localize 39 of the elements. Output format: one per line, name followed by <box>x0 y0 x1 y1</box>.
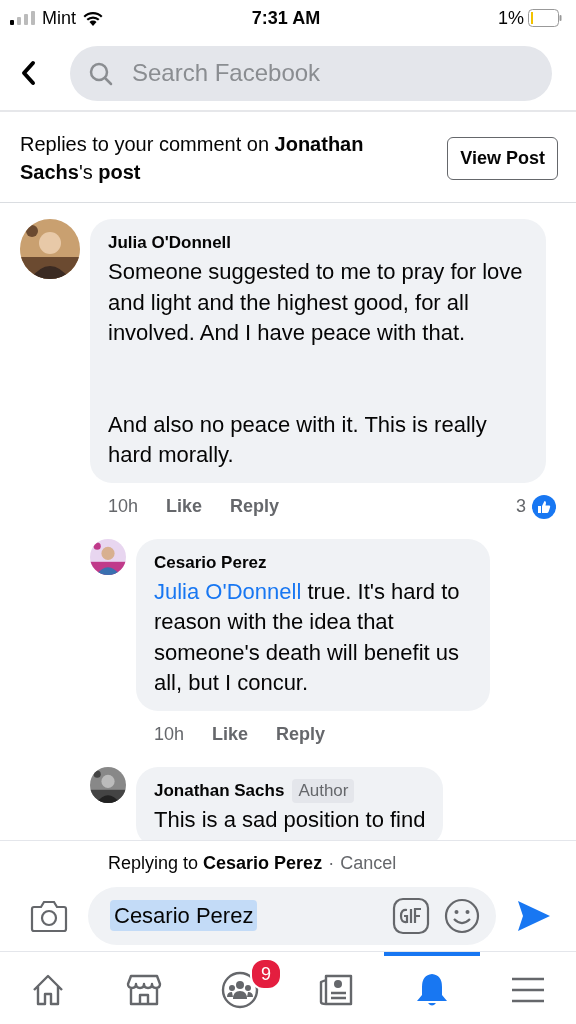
battery-percent: 1% <box>498 7 524 29</box>
signal-icon <box>10 11 36 25</box>
back-icon[interactable] <box>20 60 36 86</box>
emoji-icon[interactable] <box>444 898 480 934</box>
author-badge: Author <box>292 778 355 803</box>
search-icon <box>88 60 114 87</box>
wifi-icon <box>82 10 104 26</box>
comment-text: Julia O'Donnell true. It's hard to reason with the idea that someone's death will benefit us all, but I concur. <box>154 577 461 697</box>
replying-to-text: Replying to Cesario Perez <box>108 853 323 875</box>
input-value: Cesario Perez <box>110 900 258 931</box>
banner-text: Replies to your comment on Jonathan Sachs's post <box>20 132 365 185</box>
battery-icon <box>528 9 562 27</box>
comment-text: Someone suggested to me to pray for love and light and the highest good, for all involved. And I have peace with that. And also no peace with it. This is really hard morally. <box>108 258 524 469</box>
clock-time: 7:31 AM <box>251 7 321 28</box>
like-link[interactable]: Like <box>212 724 249 745</box>
separator-dot: · <box>328 853 335 875</box>
view-post-button[interactable]: View Post <box>447 136 558 180</box>
gif-icon[interactable] <box>392 897 430 935</box>
comment-time: 10h <box>108 496 139 517</box>
comment-text: This is a sad position to find <box>154 805 426 834</box>
notification-badge: 9 <box>250 958 282 990</box>
search-field[interactable]: Search Facebook <box>70 45 552 101</box>
reply-link[interactable]: Reply <box>230 496 280 517</box>
like-link[interactable]: Like <box>166 496 203 517</box>
comment-input[interactable]: Cesario Perez <box>88 887 496 945</box>
comment-time: 10h <box>154 724 185 745</box>
reply-link[interactable]: Reply <box>276 724 326 745</box>
groups-tab[interactable]: 9 <box>192 952 288 1024</box>
send-icon[interactable] <box>516 898 552 934</box>
mention-link[interactable]: Julia O'Donnell <box>154 578 302 604</box>
thumbs-up-icon <box>532 494 556 519</box>
camera-icon[interactable] <box>30 899 68 933</box>
like-count: 3 <box>516 496 526 517</box>
commenter-name[interactable]: Julia O'Donnell <box>108 231 232 255</box>
cancel-link[interactable]: Cancel <box>340 853 397 879</box>
group-icon <box>220 970 260 1010</box>
commenter-name[interactable]: Cesario Perez <box>154 550 267 575</box>
carrier-name: Mint <box>42 7 76 29</box>
commenter-name[interactable]: Jonathan Sachs <box>154 778 285 803</box>
